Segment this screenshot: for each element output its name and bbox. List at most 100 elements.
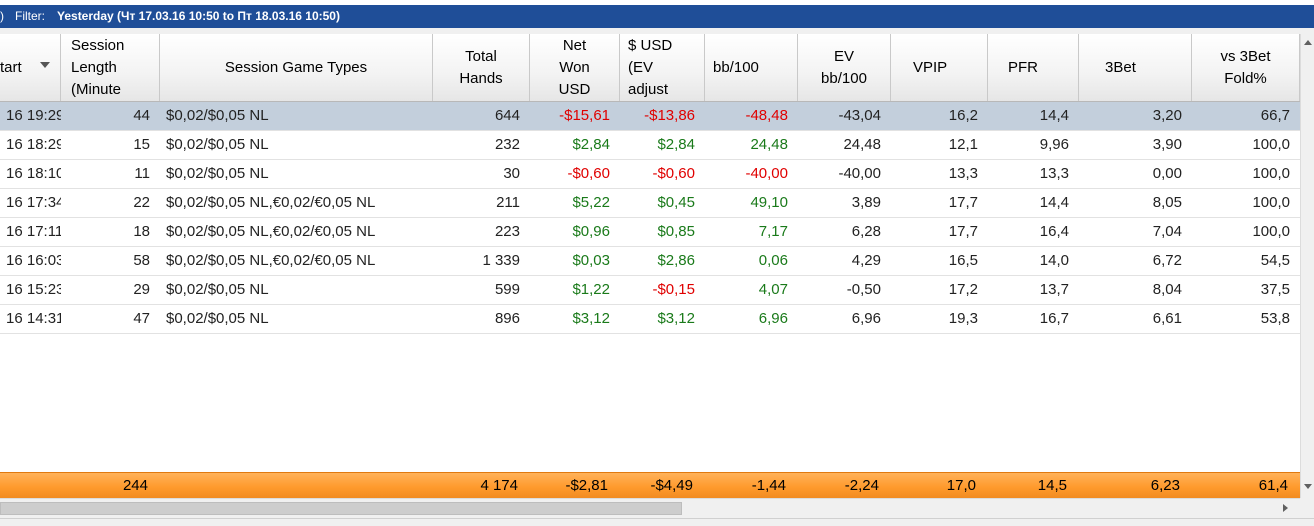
cell-bb100: 6,96 [758,310,788,327]
cell-ev_usd: $0,85 [657,223,695,240]
column-header-net[interactable]: Net Won USD [530,34,620,101]
column-header-label: Total Hands [459,46,502,90]
cell-threebet: 8,04 [1152,281,1182,298]
column-header-fold3bet[interactable]: vs 3Bet Fold% [1192,34,1300,101]
status-strip [0,518,1314,526]
cell-start: 16 18:29 [6,136,61,153]
cell-vpip: 19,3 [948,310,978,327]
cell-start: 16 18:10 [6,165,61,182]
column-header-threebet[interactable]: 3Bet [1079,34,1192,101]
column-header-line: adjust [628,80,669,98]
filter-value[interactable]: Yesterday (Чт 17.03.16 10:50 to Пт 18.03… [57,5,340,28]
column-header-label: bb/100 [713,57,759,79]
column-header-line: (EV [628,58,654,76]
cell-fold3bet: 100,0 [1252,136,1290,153]
column-header-line: VPIP [913,58,948,76]
cell-start: 16 17:11 [6,223,61,240]
column-header-start[interactable]: tart [0,34,61,101]
column-header-line: Fold% [1224,69,1267,87]
cell-length: 11 [134,165,150,182]
table-row[interactable]: 16 15:23 29 $0,02/$0,05 NL 599 $1,22 -$0,15 4,… [0,276,1300,305]
totals-row: 244 4 174 -$2,81 -$4,49 -1,44 -2,24 17,0 14,5 6,… [0,472,1300,498]
cell-vpip: 16,2 [948,107,978,124]
cell-hands: 223 [494,223,520,240]
table-row[interactable]: 16 17:11 18 $0,02/$0,05 NL,€0,02/€0,05 NL 2… [0,218,1300,247]
cell-ev_bb100: -43,04 [838,107,881,124]
sessions-grid[interactable]: tart Session Length (Minute Session Game Typ… [0,34,1300,498]
column-header-hands[interactable]: Total Hands [433,34,530,101]
column-header-line: 3Bet [1105,58,1136,76]
table-row[interactable]: 16 19:29 44 $0,02/$0,05 NL 644 -$15,61 -$13,8… [0,102,1300,131]
column-header-label: vs 3Bet Fold% [1220,46,1270,90]
cell-bb100: -40,00 [745,165,788,182]
table-row[interactable]: 16 18:29 15 $0,02/$0,05 NL 232 $2,84 $2,84 24,… [0,131,1300,160]
cell-threebet: 3,90 [1152,136,1182,153]
cell-fold3bet: 100,0 [1252,165,1290,182]
cell-bb100: 7,17 [758,223,788,240]
table-row[interactable]: 16 16:03 58 $0,02/$0,05 NL,€0,02/€0,05 NL 1… [0,247,1300,276]
column-header-line: tart [0,58,22,76]
column-header-line: EV [833,47,854,65]
table-row[interactable]: 16 18:10 11 $0,02/$0,05 NL 30 -$0,60 -$0,60 -4… [0,160,1300,189]
column-header-types[interactable]: Session Game Types [160,34,433,101]
cell-ev_usd: -$0,15 [652,281,695,298]
scrollbar-corner [1300,498,1314,518]
column-header-ev_usd[interactable]: $ USD (EV adjust [620,34,705,101]
column-header-line: (Minute [71,80,122,98]
cell-start: 16 14:31 [6,310,61,327]
cell-fold3bet: 53,8 [1260,310,1290,327]
cell-hands: 599 [494,281,520,298]
cell-ev_bb100: 6,96 [851,310,881,327]
cell-net: -$15,61 [559,107,610,124]
table-row[interactable]: 16 14:31 47 $0,02/$0,05 NL 896 $3,12 $3,12 6,9… [0,305,1300,334]
column-header-line: Session Game Types [224,58,368,76]
cell-net: $1,22 [572,281,610,298]
column-header-line: Total [465,47,497,65]
column-header-length[interactable]: Session Length (Minute [61,34,160,101]
column-header-label: $ USD (EV adjust [628,35,672,101]
cell-hands: 896 [494,310,520,327]
horizontal-scrollbar[interactable] [0,498,1300,518]
column-header-line: $ USD [628,36,673,54]
column-header-label: Net Won USD [559,35,591,101]
cell-fold3bet: 54,5 [1260,252,1290,269]
cell-length: 15 [133,136,150,153]
scroll-up-arrow-icon[interactable] [1304,40,1312,45]
total-pfr: 14,5 [1037,477,1067,494]
column-header-line: Net [562,36,587,54]
table-row[interactable]: 16 17:34 22 $0,02/$0,05 NL,€0,02/€0,05 NL 2… [0,189,1300,218]
cell-threebet: 6,72 [1152,252,1182,269]
column-header-vpip[interactable]: VPIP [891,34,988,101]
column-header-pfr[interactable]: PFR [988,34,1079,101]
column-header-label: Session Game Types [225,57,367,79]
column-header-line: bb/100 [821,69,867,87]
cell-pfr: 16,7 [1039,310,1069,327]
cell-bb100: 0,06 [758,252,788,269]
cell-hands: 644 [494,107,520,124]
cell-start: 16 16:03 [6,252,61,269]
cell-start: 16 17:34 [6,194,61,211]
column-header-ev_bb100[interactable]: EV bb/100 [798,34,891,101]
vertical-scrollbar[interactable] [1300,34,1314,498]
cell-length: 47 [133,310,150,327]
filter-lead: ) [0,9,4,23]
horizontal-scroll-thumb[interactable] [0,502,682,515]
cell-pfr: 14,0 [1039,252,1069,269]
scroll-down-arrow-icon[interactable] [1304,484,1312,489]
cell-ev_bb100: 3,89 [851,194,881,211]
cell-pfr: 14,4 [1039,107,1069,124]
cell-ev_usd: -$0,60 [652,165,695,182]
grid-header: tart Session Length (Minute Session Game Typ… [0,34,1300,102]
cell-length: 44 [133,107,150,124]
cell-vpip: 17,7 [948,223,978,240]
sort-desc-icon[interactable] [40,62,50,68]
total-length: 244 [122,477,148,494]
cell-start: 16 19:29 [6,107,61,124]
cell-hands: 211 [496,194,520,211]
column-header-label: 3Bet [1105,57,1136,79]
cell-pfr: 16,4 [1039,223,1069,240]
cell-bb100: -48,48 [745,107,788,124]
scroll-right-arrow-icon[interactable] [1283,504,1288,512]
cell-length: 22 [133,194,150,211]
column-header-bb100[interactable]: bb/100 [705,34,798,101]
